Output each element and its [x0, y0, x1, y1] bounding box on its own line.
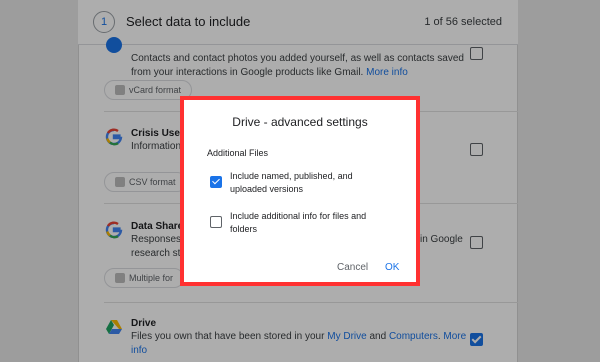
- dialog-title: Drive - advanced settings: [232, 115, 368, 129]
- include-versions-label: Include named, published, and uploaded v…: [230, 171, 353, 194]
- ok-button[interactable]: OK: [385, 262, 399, 273]
- advanced-settings-dialog: Drive - advanced settings Additional Fil…: [180, 96, 420, 286]
- dialog-section-label: Additional Files: [207, 148, 269, 158]
- include-versions-checkbox[interactable]: [210, 176, 222, 188]
- include-additional-info-checkbox[interactable]: [210, 216, 222, 228]
- include-additional-info-label: Include additional info for files and fo…: [230, 211, 367, 234]
- cancel-button[interactable]: Cancel: [337, 262, 368, 273]
